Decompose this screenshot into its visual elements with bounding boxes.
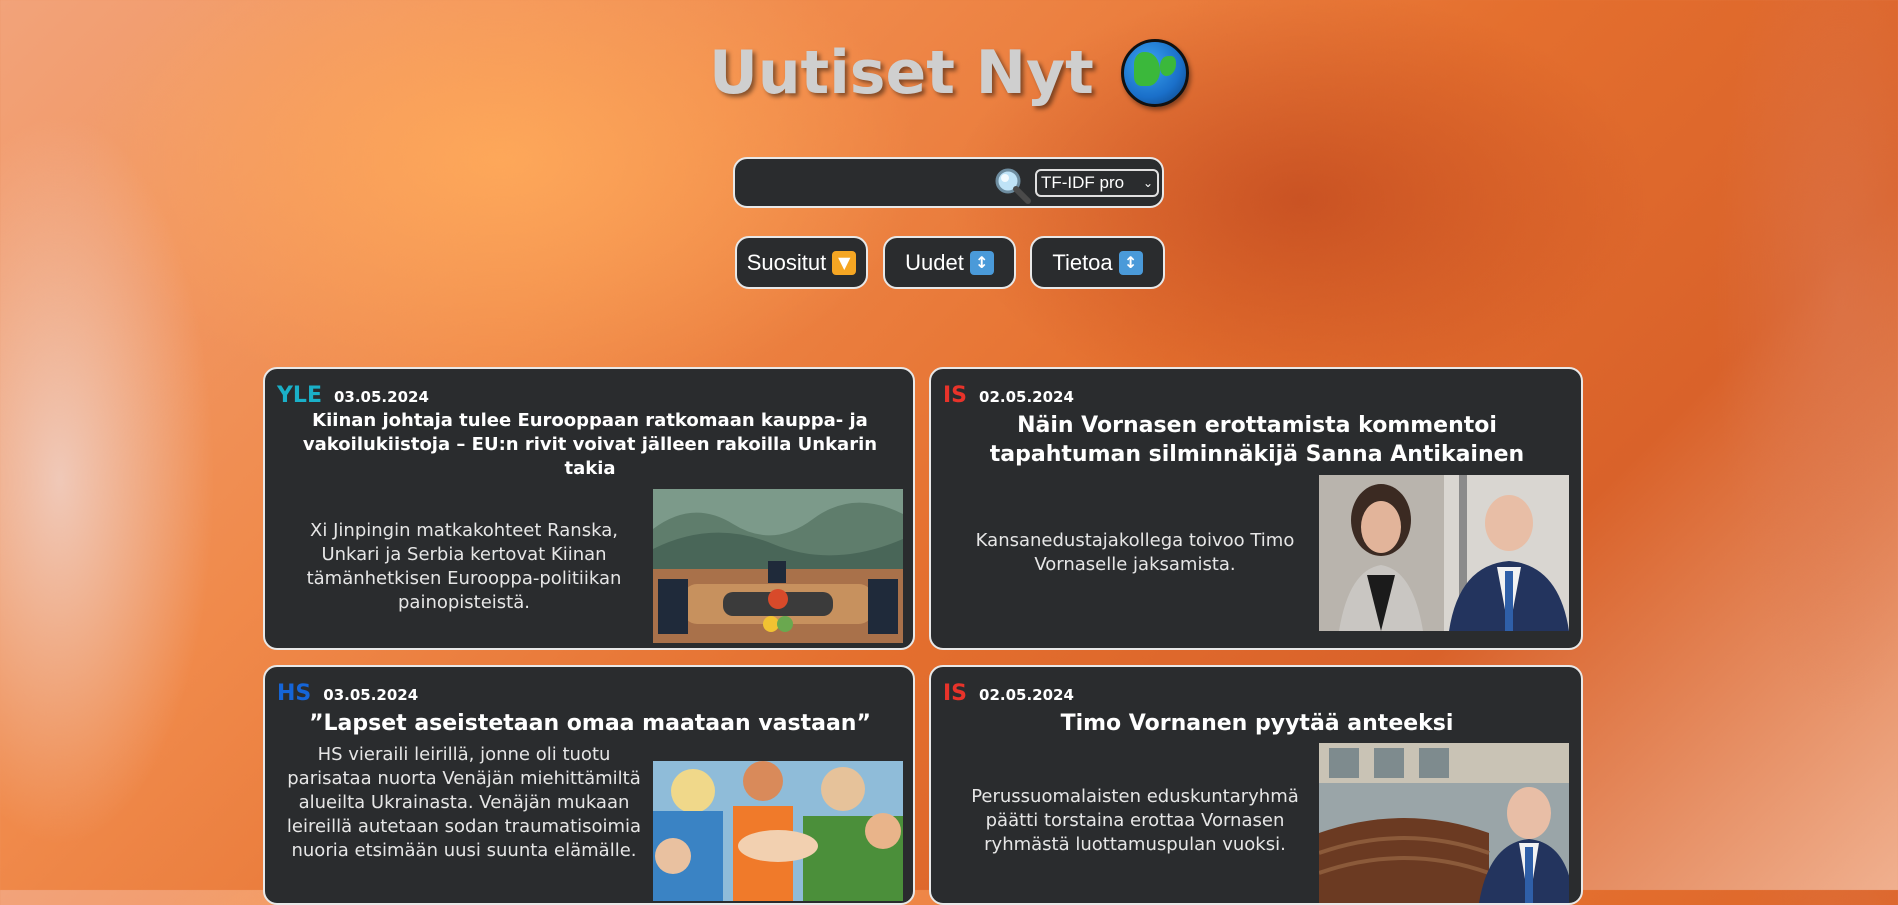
article-headline[interactable]: Timo Vornanen pyytää anteeksi [961,709,1553,738]
globe-icon [1120,39,1189,107]
article-headline[interactable]: Kiinan johtaja tulee Eurooppaan ratkomaa… [295,409,885,481]
algorithm-select-value: TF-IDF pro [1041,173,1125,192]
article-card[interactable]: IS 02.05.2024 Näin Vornasen erottamista … [929,367,1583,650]
article-summary: HS vieraili leirillä, jonne oli tuotu pa… [286,744,642,861]
article-summary: Kansanedustajakollega toivoo Timo Vornas… [975,530,1295,575]
down-arrow-icon: ▼ [832,250,857,275]
article-source: HS [277,681,312,706]
about-button[interactable]: Tietoa ↕ [1030,236,1165,289]
article-image[interactable] [1319,475,1569,631]
up-down-arrow-icon: ↕ [1118,250,1143,275]
search-bar: TF-IDF pro ⌄ [733,157,1164,208]
new-button[interactable]: Uudet ↕ [883,236,1016,289]
article-date: 03.05.2024 [323,686,419,704]
article-meta: YLE 03.05.2024 [277,383,429,408]
article-card[interactable]: IS 02.05.2024 Timo Vornanen pyytää antee… [929,665,1583,905]
article-headline[interactable]: ”Lapset aseistetaan omaa maataan vastaan… [295,709,885,738]
article-date: 03.05.2024 [333,388,429,406]
article-meta: IS 02.05.2024 [943,681,1074,706]
article-source: IS [943,681,968,706]
article-image[interactable] [653,761,903,901]
article-date: 02.05.2024 [979,686,1074,704]
header: Uutiset Nyt [0,38,1898,108]
chevron-down-icon: ⌄ [1142,176,1153,190]
popular-button[interactable]: Suositut ▼ [735,236,868,289]
popular-button-label: Suositut [746,249,827,275]
magnifying-glass-icon[interactable] [992,165,1032,205]
algorithm-select[interactable]: TF-IDF pro ⌄ [1035,169,1159,197]
article-meta: HS 03.05.2024 [277,681,418,706]
article-date: 02.05.2024 [979,388,1074,406]
article-summary: Perussuomalaisten eduskuntaryhmä päätti … [971,786,1299,855]
article-card[interactable]: HS 03.05.2024 ”Lapset aseistetaan omaa m… [263,665,915,905]
article-summary: Xi Jinpingin matkakohteet Ranska, Unkari… [306,520,622,613]
about-button-label: Tietoa [1052,249,1113,275]
search-input[interactable] [745,167,989,200]
article-card[interactable]: YLE 03.05.2024 Kiinan johtaja tulee Euro… [263,367,915,650]
article-source: YLE [277,383,322,408]
new-button-label: Uudet [905,249,964,275]
article-headline[interactable]: Näin Vornasen erottamista kommentoi tapa… [961,411,1553,469]
article-image[interactable] [1319,743,1569,903]
article-meta: IS 02.05.2024 [943,383,1074,408]
up-down-arrow-icon: ↕ [969,250,994,275]
article-image[interactable] [653,489,903,643]
site-title: Uutiset Nyt [709,38,1094,108]
article-source: IS [943,383,968,408]
